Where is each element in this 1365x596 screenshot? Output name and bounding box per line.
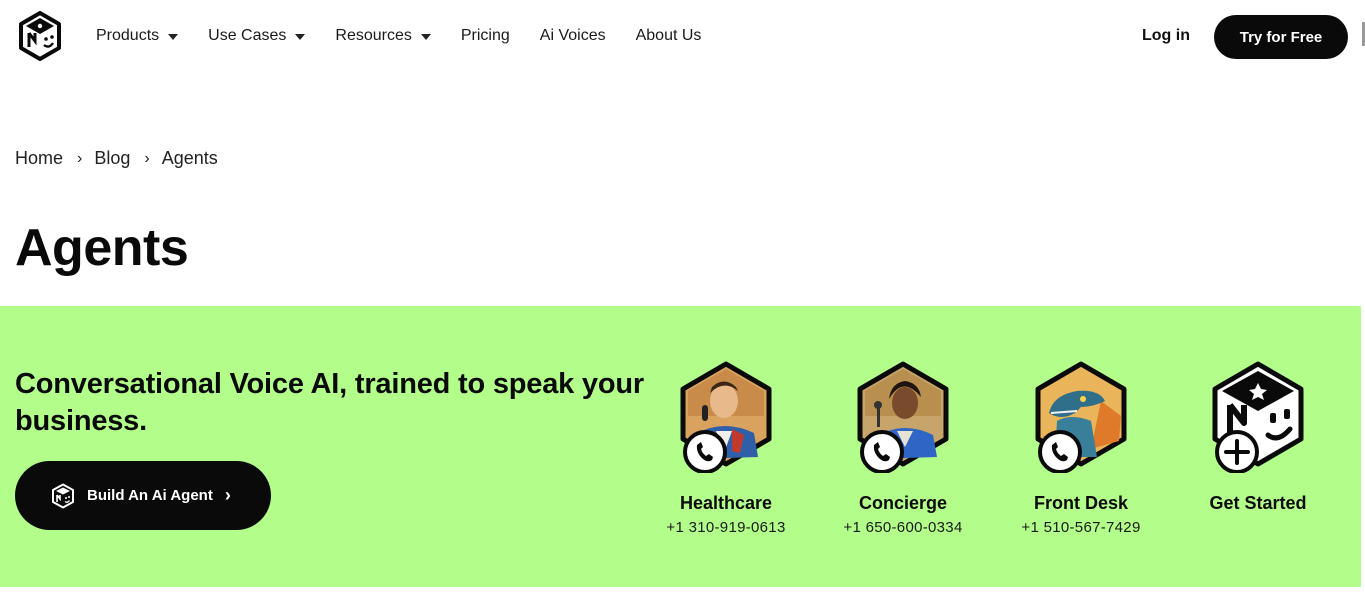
menu-label: Ai Voices xyxy=(539,27,606,44)
build-button-label: Build An Ai Agent xyxy=(87,487,213,504)
menu-use-cases[interactable]: Use Cases xyxy=(208,27,306,45)
agent-name: Get Started xyxy=(1209,493,1307,513)
breadcrumb-separator-icon: › xyxy=(144,149,150,167)
agent-name: Healthcare xyxy=(679,493,773,513)
cube-logo-icon xyxy=(1212,361,1304,473)
menu-about-us[interactable]: About Us xyxy=(636,27,702,45)
menu-products[interactable]: Products xyxy=(96,27,179,45)
agent-phone-number[interactable]: +1 650-600-0334 xyxy=(823,519,983,536)
healthcare-agent-avatar xyxy=(680,361,772,473)
page-title: Agents xyxy=(15,219,189,277)
menu-label: Pricing xyxy=(460,27,510,44)
agent-card-healthcare[interactable]: Healthcare +1 310-919-0613 xyxy=(646,361,806,536)
brand-logo-icon[interactable] xyxy=(18,11,62,61)
agent-phone-number[interactable]: +1 310-919-0613 xyxy=(646,519,806,536)
menu-label: Products xyxy=(96,27,160,44)
menu-resources[interactable]: Resources xyxy=(335,27,431,45)
agent-phone-number[interactable]: +1 510-567-7429 xyxy=(1001,519,1161,536)
menu-ai-voices[interactable]: Ai Voices xyxy=(540,27,606,45)
login-link[interactable]: Log in xyxy=(1142,27,1190,45)
menu-label: About Us xyxy=(635,27,702,44)
breadcrumb-current: Agents xyxy=(161,148,218,168)
menu-label: Resources xyxy=(335,27,412,44)
cube-logo-icon xyxy=(52,483,74,508)
caret-down-icon xyxy=(168,33,179,40)
agent-name: Concierge xyxy=(858,493,948,513)
top-navigation: Products Use Cases Resources Pricing Ai … xyxy=(0,0,1365,74)
agent-card-concierge[interactable]: Concierge +1 650-600-0334 xyxy=(823,361,983,536)
concierge-agent-avatar xyxy=(857,361,949,473)
chevron-right-icon: › xyxy=(224,485,231,505)
breadcrumb-home[interactable]: Home xyxy=(15,148,63,169)
banner-headline: Conversational Voice AI, trained to spea… xyxy=(15,368,644,437)
caret-down-icon xyxy=(295,33,306,40)
breadcrumb: Home › Blog › Agents xyxy=(15,148,218,169)
breadcrumb-separator-icon: › xyxy=(77,149,83,167)
build-ai-agent-button[interactable]: Build An Ai Agent › xyxy=(15,461,271,530)
breadcrumb-blog[interactable]: Blog xyxy=(94,148,130,169)
menu-label: Use Cases xyxy=(208,27,287,44)
main-menu: Products Use Cases Resources Pricing Ai … xyxy=(96,27,731,45)
caret-down-icon xyxy=(420,33,431,40)
front-desk-agent-avatar xyxy=(1035,361,1127,473)
hero-banner: Conversational Voice AI, trained to spea… xyxy=(0,306,1361,587)
agent-card-front-desk[interactable]: Front Desk +1 510-567-7429 xyxy=(1001,361,1161,536)
menu-pricing[interactable]: Pricing xyxy=(461,27,510,45)
try-for-free-button[interactable]: Try for Free xyxy=(1214,15,1348,59)
agent-card-get-started[interactable]: Get Started xyxy=(1178,361,1338,514)
agent-name: Front Desk xyxy=(1033,493,1129,513)
